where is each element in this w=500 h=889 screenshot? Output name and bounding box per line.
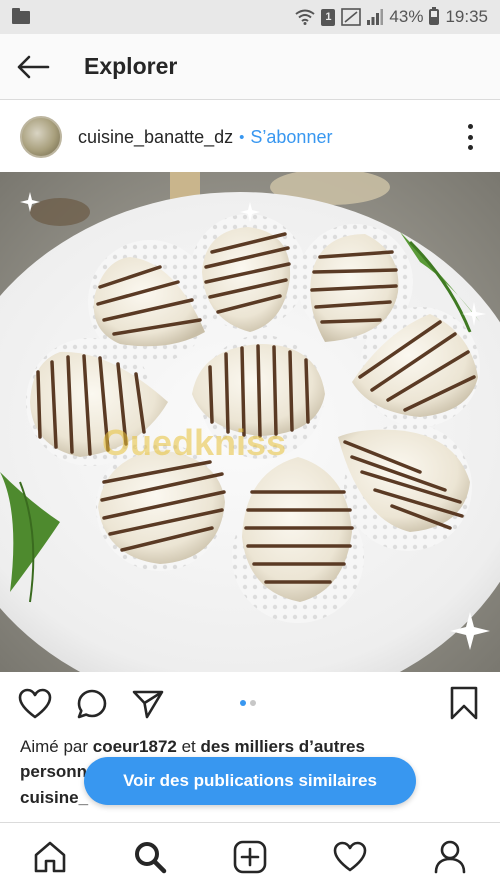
separator-dot: • [239, 128, 245, 146]
carousel-dot-active [240, 700, 246, 706]
add-post-icon [233, 840, 267, 873]
likes-prefix: Aimé par [20, 737, 93, 756]
bottom-navigation [0, 822, 500, 889]
status-bar: 1 43% 19:35 [0, 0, 500, 34]
post-username[interactable]: cuisine_banatte_dz [78, 127, 233, 148]
nav-profile[interactable] [400, 823, 500, 889]
status-right: 1 43% 19:35 [295, 7, 488, 27]
send-icon [132, 690, 164, 719]
nav-search[interactable] [100, 823, 200, 889]
sim-card-icon: 1 [321, 8, 336, 26]
post-actions [0, 672, 500, 736]
nav-activity[interactable] [300, 823, 400, 889]
page-title: Explorer [84, 53, 178, 79]
heart-icon [18, 688, 52, 719]
save-button[interactable] [450, 686, 478, 725]
caption-line: personn [20, 762, 88, 781]
vertical-dots-icon [467, 124, 473, 129]
post-photo[interactable]: Ouedkniss [0, 172, 500, 672]
wifi-icon [295, 9, 316, 25]
like-button[interactable] [18, 688, 52, 725]
app-header: Explorer [0, 34, 500, 100]
avatar[interactable] [20, 116, 62, 158]
watermark-text: Ouedkniss [102, 422, 286, 463]
likes-middle: et [176, 737, 201, 756]
likes-summary: Aimé par coeur1872 et des milliers d’aut… [20, 737, 365, 757]
search-icon [135, 841, 167, 873]
status-time: 19:35 [445, 7, 488, 26]
comment-bubble-icon [77, 689, 107, 719]
back-button[interactable] [0, 34, 66, 100]
battery-icon [429, 7, 440, 25]
post-header: cuisine_banatte_dz • S’abonner [0, 102, 500, 172]
cookies-image: Ouedkniss [0, 172, 500, 672]
arrow-left-icon [17, 55, 50, 78]
more-options-button[interactable] [466, 124, 474, 150]
no-signal-icon [341, 8, 362, 26]
carousel-dots [240, 700, 256, 706]
liked-by-user[interactable]: coeur1872 [93, 737, 177, 756]
liked-by-others[interactable]: des milliers d’autres [201, 737, 365, 756]
activity-heart-icon [333, 841, 367, 871]
share-button[interactable] [132, 688, 164, 725]
status-left [12, 7, 30, 24]
similar-posts-button[interactable]: Voir des publications similaires [84, 757, 416, 805]
caption-username[interactable]: cuisine_ [20, 788, 88, 808]
carousel-dot [250, 700, 256, 706]
folder-icon [12, 7, 30, 24]
nav-new-post[interactable] [200, 823, 300, 889]
profile-icon [434, 840, 466, 873]
dot [467, 134, 473, 140]
home-icon [34, 841, 66, 872]
dot [467, 145, 473, 150]
bookmark-icon [450, 686, 478, 720]
signal-bars-icon [367, 9, 384, 25]
nav-home[interactable] [0, 823, 100, 889]
comment-button[interactable] [76, 688, 108, 725]
battery-percent: 43% [389, 7, 424, 26]
subscribe-button[interactable]: S’abonner [250, 127, 332, 148]
